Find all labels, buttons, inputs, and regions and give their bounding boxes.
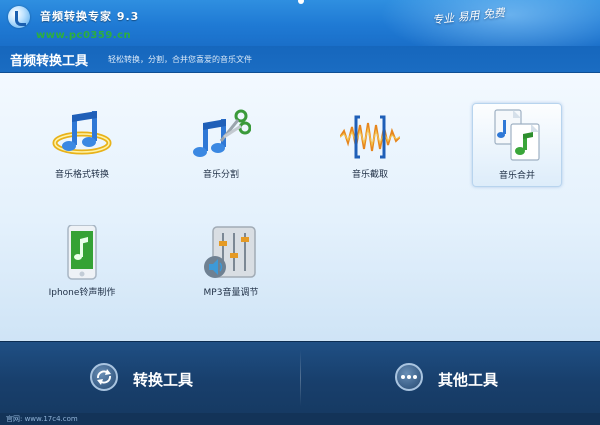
music-scissors-icon	[193, 109, 251, 157]
tool-merge[interactable]: 音乐合并	[472, 103, 562, 187]
tool-label: Iphone铃声制作	[48, 288, 116, 298]
tool-split[interactable]: 音乐分割	[177, 103, 265, 185]
more-dots-icon	[395, 363, 423, 391]
convert-tools-button[interactable]: 转换工具	[0, 342, 300, 414]
waveform-bracket-icon	[340, 115, 400, 159]
music-note-ring-icon	[52, 111, 112, 155]
tool-format-convert[interactable]: 音乐格式转换	[38, 103, 126, 185]
tool-iphone-ringtone[interactable]: Iphone铃声制作	[38, 221, 126, 303]
music-documents-icon	[494, 109, 540, 161]
other-tools-button[interactable]: 其他工具	[300, 342, 600, 414]
tool-label: MP3音量调节	[203, 288, 259, 298]
section-description: 轻松转换，分割，合并您喜爱的音乐文件	[108, 55, 252, 64]
bottom-nav: 转换工具 其他工具	[0, 341, 600, 414]
tool-mp3-volume[interactable]: MP3音量调节	[187, 221, 275, 303]
footer-website: 官网: www.17c4.com	[6, 415, 78, 423]
convert-tools-label: 转换工具	[133, 371, 194, 389]
tool-label: 音乐合并	[498, 171, 535, 181]
section-title: 音频转换工具	[10, 54, 89, 69]
other-tools-label: 其他工具	[438, 371, 499, 389]
title-bar-dot	[298, 0, 304, 4]
volume-mixer-icon	[204, 226, 256, 278]
refresh-icon	[90, 363, 118, 391]
app-title: 音频转换专家 9.3	[40, 10, 140, 23]
tool-trim[interactable]: 音乐截取	[326, 103, 414, 185]
tool-label: 音乐格式转换	[54, 170, 109, 180]
phone-music-icon	[67, 225, 97, 280]
tool-grid: 音乐格式转换 音乐分割 音乐截取 音乐合并 Iphone铃声制作 MP3音量调节	[0, 73, 600, 341]
tool-label: 音乐分割	[202, 170, 239, 180]
title-bar: 音频转换专家 9.3 专业 易用 免费 www.pc0359.cn	[0, 0, 600, 46]
tool-label: 音乐截取	[351, 170, 388, 180]
section-header: 音频转换工具 轻松转换，分割，合并您喜爱的音乐文件	[0, 46, 600, 73]
site-watermark: www.pc0359.cn	[36, 30, 132, 41]
app-logo-icon	[8, 6, 30, 28]
footer-bar: 官网: www.17c4.com	[0, 413, 600, 425]
